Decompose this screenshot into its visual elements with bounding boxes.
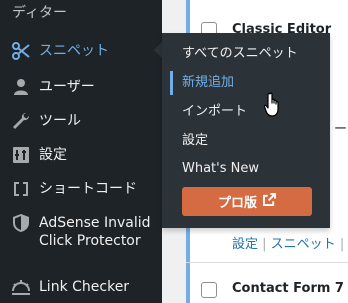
settings-icon <box>11 145 31 165</box>
submenu-settings[interactable]: 設定 <box>182 133 208 149</box>
sidebar-item-label: ショートコード <box>39 181 137 197</box>
settings-link[interactable]: 設定 <box>232 237 258 252</box>
pro-button-label: プロ版 <box>217 196 257 211</box>
sidebar-item-label-line1: AdSense Invalid <box>39 215 151 231</box>
plugin-title-contact-form-7[interactable]: Contact Form 7 <box>232 281 344 296</box>
sidebar-item-editor-partial[interactable]: ディター <box>12 4 67 22</box>
hand-pointer-cursor-icon <box>263 92 284 118</box>
submenu-import[interactable]: インポート <box>182 104 247 120</box>
external-link-icon <box>263 193 276 210</box>
sidebar-item-settings[interactable]: 設定 <box>0 144 162 166</box>
sidebar-item-label: Link Checker <box>39 279 130 295</box>
sidebar-item-adsense-protector[interactable]: AdSense Invalid Click Protector <box>0 212 162 252</box>
link-checker-icon <box>11 277 31 297</box>
submenu-all-snippets[interactable]: すべてのスニペット <box>182 46 298 62</box>
sidebar-item-link-checker[interactable]: Link Checker <box>0 276 162 298</box>
user-icon <box>11 77 31 97</box>
sidebar-item-label: ユーザー <box>39 79 95 95</box>
sidebar-item-shortcode[interactable]: ショートコード <box>0 178 162 200</box>
peek-text: ー <box>334 122 348 137</box>
row-action-separator: | <box>262 237 271 252</box>
sidebar-item-label-line2: Click Protector <box>39 233 141 249</box>
admin-sidebar: ディター スニペット ユーザー ツール 設定 ショートコード AdSense I… <box>0 0 162 303</box>
plugin-row-actions: 設定 | スニペット | <box>232 233 344 252</box>
row-checkbox-contact-form-7[interactable] <box>201 282 217 298</box>
active-submenu-indicator <box>170 71 173 95</box>
sidebar-item-label: ツール <box>39 113 81 129</box>
shield-icon <box>11 213 31 233</box>
flyout-pointer <box>154 42 162 58</box>
shortcode-icon <box>11 179 31 199</box>
sidebar-item-snippets[interactable]: スニペット <box>0 40 162 62</box>
sidebar-item-label: 設定 <box>39 147 67 163</box>
scissors-icon <box>11 41 31 61</box>
sidebar-item-tools[interactable]: ツール <box>0 110 162 132</box>
sidebar-item-users[interactable]: ユーザー <box>0 76 162 98</box>
row-divider <box>186 262 348 263</box>
pro-version-button[interactable]: プロ版 <box>182 187 312 216</box>
snippets-submenu: すべてのスニペット 新規追加 インポート 設定 What's New プロ版 <box>162 33 330 228</box>
sidebar-item-label: スニペット <box>39 43 109 59</box>
row-action-separator-2: | <box>339 237 345 252</box>
snippets-link[interactable]: スニペット <box>271 237 336 252</box>
submenu-whats-new[interactable]: What's New <box>182 161 259 177</box>
submenu-add-new[interactable]: 新規追加 <box>182 75 234 91</box>
wrench-icon <box>11 111 31 131</box>
